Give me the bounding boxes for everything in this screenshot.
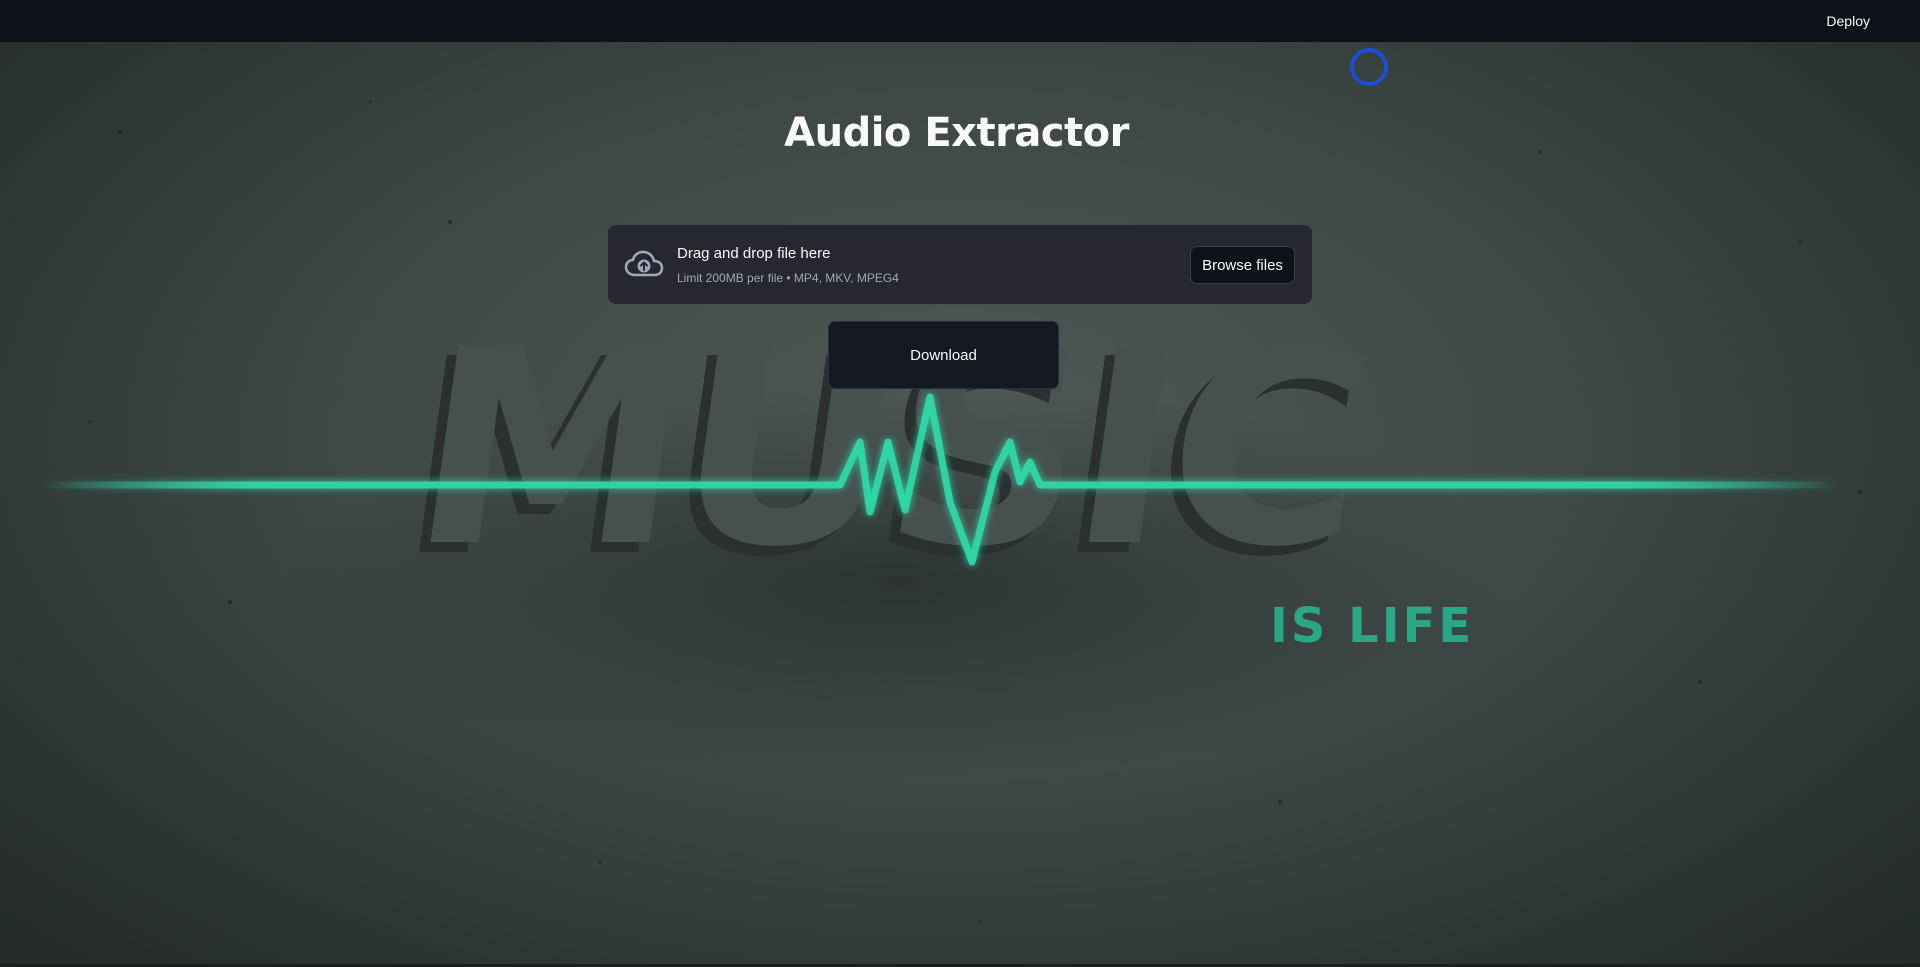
top-header: Deploy — [0, 0, 1920, 42]
page-title: Audio Extractor — [784, 110, 1129, 156]
deploy-button[interactable]: Deploy — [1816, 8, 1880, 34]
browse-files-button[interactable]: Browse files — [1190, 246, 1295, 284]
uploader-instructions: Drag and drop file here Limit 200MB per … — [677, 245, 899, 285]
background-art: MUSIC MUSIC IS LIFE — [36, 100, 1862, 924]
download-button[interactable]: Download — [828, 321, 1059, 389]
uploader-title: Drag and drop file here — [677, 245, 831, 262]
svg-text:IS LIFE: IS LIFE — [1270, 598, 1474, 654]
uploader-limit-text: Limit 200MB per file • MP4, MKV, MPEG4 — [677, 271, 899, 285]
cloud-upload-icon — [624, 249, 664, 279]
loading-spinner — [1350, 48, 1388, 86]
file-uploader-dropzone[interactable]: Drag and drop file here Limit 200MB per … — [608, 225, 1312, 304]
